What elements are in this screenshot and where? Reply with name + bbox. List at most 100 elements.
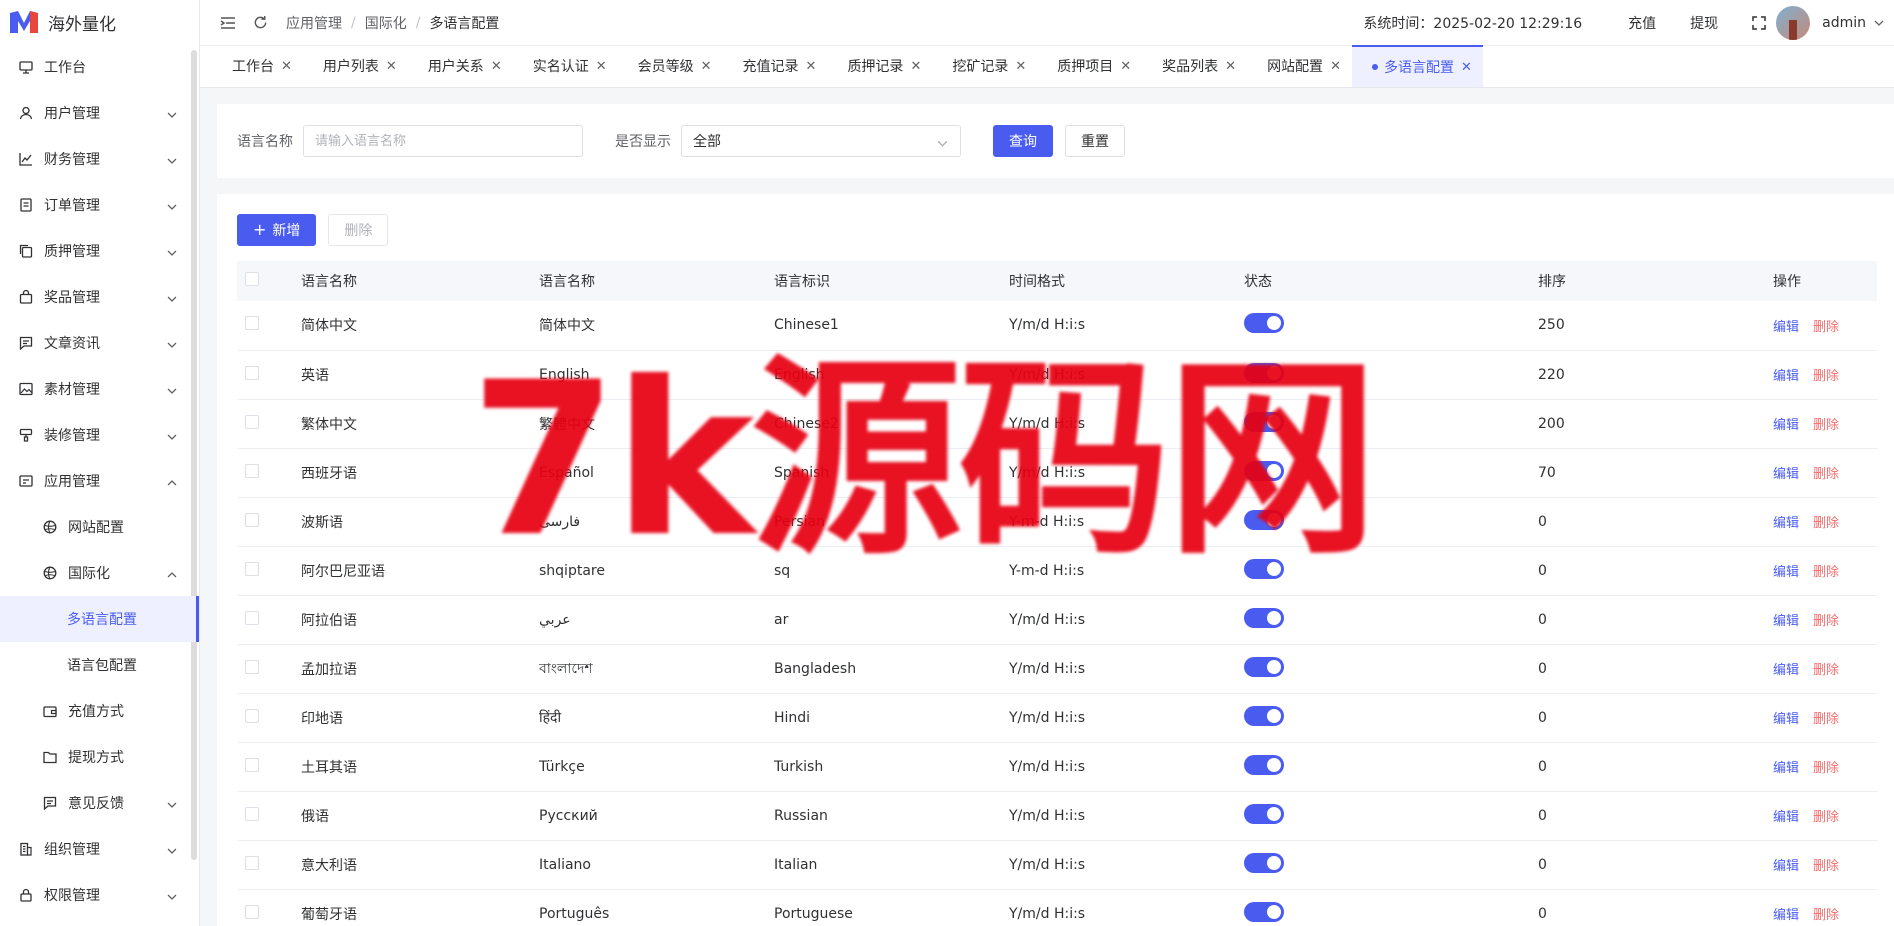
- close-icon[interactable]: ✕: [1015, 59, 1026, 74]
- delete-button[interactable]: 删除: [1813, 712, 1839, 727]
- close-icon[interactable]: ✕: [281, 59, 292, 74]
- delete-button[interactable]: 删除: [1813, 467, 1839, 482]
- delete-button[interactable]: 删除: [1813, 908, 1839, 923]
- tab-6[interactable]: 质押记录 ✕: [827, 45, 932, 87]
- breadcrumb-item[interactable]: 应用管理: [286, 13, 342, 33]
- delete-button[interactable]: 删除: [1813, 614, 1839, 629]
- edit-button[interactable]: 编辑: [1773, 810, 1799, 825]
- sidebar-item-14[interactable]: 充值方式: [0, 688, 199, 734]
- row-checkbox[interactable]: [245, 659, 259, 674]
- close-icon[interactable]: ✕: [806, 59, 817, 74]
- fullscreen-icon[interactable]: [1752, 16, 1766, 30]
- close-icon[interactable]: ✕: [910, 59, 921, 74]
- edit-button[interactable]: 编辑: [1773, 614, 1799, 629]
- sidebar-item-3[interactable]: 订单管理: [0, 182, 199, 228]
- close-icon[interactable]: ✕: [596, 59, 607, 74]
- row-checkbox[interactable]: [245, 512, 259, 527]
- sidebar-item-15[interactable]: 提现方式: [0, 734, 199, 780]
- row-checkbox[interactable]: [245, 757, 259, 772]
- tab-4[interactable]: 会员等级 ✕: [618, 45, 723, 87]
- avatar[interactable]: [1776, 6, 1811, 40]
- delete-button[interactable]: 删除: [1813, 418, 1839, 433]
- language-name-input[interactable]: [303, 125, 583, 157]
- menu-fold-icon[interactable]: [220, 15, 236, 31]
- tab-11[interactable]: 多语言配置 ✕: [1351, 45, 1483, 87]
- row-checkbox[interactable]: [245, 855, 259, 870]
- delete-button[interactable]: 删除: [1813, 810, 1839, 825]
- edit-button[interactable]: 编辑: [1773, 320, 1799, 335]
- status-switch[interactable]: [1244, 509, 1284, 530]
- withdraw-link[interactable]: 提现: [1690, 13, 1718, 33]
- query-button[interactable]: 查询: [993, 125, 1053, 157]
- status-switch[interactable]: [1244, 313, 1284, 334]
- tab-7[interactable]: 挖矿记录 ✕: [932, 45, 1037, 87]
- batch-delete-button[interactable]: 删除: [328, 214, 389, 246]
- status-switch[interactable]: [1244, 460, 1284, 481]
- delete-button[interactable]: 删除: [1813, 565, 1839, 580]
- sidebar-item-4[interactable]: 质押管理: [0, 228, 199, 274]
- delete-button[interactable]: 删除: [1813, 859, 1839, 874]
- status-switch[interactable]: [1244, 362, 1284, 383]
- sidebar-item-18[interactable]: 权限管理: [0, 872, 199, 918]
- status-switch[interactable]: [1244, 558, 1284, 579]
- row-checkbox[interactable]: [245, 561, 259, 576]
- row-checkbox[interactable]: [245, 904, 259, 919]
- breadcrumb-item[interactable]: 国际化: [365, 13, 407, 33]
- edit-button[interactable]: 编辑: [1773, 565, 1799, 580]
- close-icon[interactable]: ✕: [491, 59, 502, 74]
- row-checkbox[interactable]: [245, 365, 259, 380]
- row-checkbox[interactable]: [245, 414, 259, 429]
- tab-9[interactable]: 奖品列表 ✕: [1142, 45, 1247, 87]
- sidebar-item-13[interactable]: 语言包配置: [0, 642, 199, 688]
- edit-button[interactable]: 编辑: [1773, 369, 1799, 384]
- edit-button[interactable]: 编辑: [1773, 467, 1799, 482]
- sidebar-item-10[interactable]: 网站配置: [0, 504, 199, 550]
- delete-button[interactable]: 删除: [1813, 761, 1839, 776]
- edit-button[interactable]: 编辑: [1773, 663, 1799, 678]
- tab-5[interactable]: 充值记录 ✕: [723, 45, 828, 87]
- sidebar-item-16[interactable]: 意见反馈: [0, 780, 199, 826]
- row-checkbox[interactable]: [245, 316, 259, 331]
- close-icon[interactable]: ✕: [1330, 59, 1341, 74]
- edit-button[interactable]: 编辑: [1773, 516, 1799, 531]
- status-switch[interactable]: [1244, 901, 1284, 922]
- sidebar-item-7[interactable]: 素材管理: [0, 366, 199, 412]
- row-checkbox[interactable]: [245, 610, 259, 625]
- edit-button[interactable]: 编辑: [1773, 418, 1799, 433]
- refresh-icon[interactable]: [252, 15, 268, 31]
- tab-3[interactable]: 实名认证 ✕: [513, 45, 618, 87]
- row-checkbox[interactable]: [245, 806, 259, 821]
- close-icon[interactable]: ✕: [1120, 59, 1131, 74]
- delete-button[interactable]: 删除: [1813, 663, 1839, 678]
- status-switch[interactable]: [1244, 803, 1284, 824]
- delete-button[interactable]: 删除: [1813, 369, 1839, 384]
- delete-button[interactable]: 删除: [1813, 516, 1839, 531]
- tab-8[interactable]: 质押项目 ✕: [1037, 45, 1142, 87]
- sidebar-item-17[interactable]: 组织管理: [0, 826, 199, 872]
- edit-button[interactable]: 编辑: [1773, 908, 1799, 923]
- close-icon[interactable]: ✕: [701, 59, 712, 74]
- recharge-link[interactable]: 充值: [1628, 13, 1656, 33]
- chevron-down-icon[interactable]: [1874, 18, 1884, 28]
- tab-1[interactable]: 用户列表 ✕: [303, 45, 408, 87]
- close-icon[interactable]: ✕: [1461, 60, 1472, 75]
- sidebar-item-0[interactable]: 工作台: [0, 44, 199, 90]
- tab-0[interactable]: 工作台 ✕: [212, 45, 303, 87]
- sidebar-item-6[interactable]: 文章资讯: [0, 320, 199, 366]
- reset-button[interactable]: 重置: [1065, 125, 1125, 157]
- tab-2[interactable]: 用户关系 ✕: [408, 45, 513, 87]
- status-switch[interactable]: [1244, 411, 1284, 432]
- status-switch[interactable]: [1244, 656, 1284, 677]
- logo[interactable]: 海外量化: [0, 0, 199, 44]
- row-checkbox[interactable]: [245, 708, 259, 723]
- sidebar-item-8[interactable]: 装修管理: [0, 412, 199, 458]
- tab-10[interactable]: 网站配置 ✕: [1247, 45, 1352, 87]
- sidebar-item-9[interactable]: 应用管理: [0, 458, 199, 504]
- delete-button[interactable]: 删除: [1813, 320, 1839, 335]
- row-checkbox[interactable]: [245, 463, 259, 478]
- status-switch[interactable]: [1244, 607, 1284, 628]
- status-switch[interactable]: [1244, 705, 1284, 726]
- edit-button[interactable]: 编辑: [1773, 761, 1799, 776]
- edit-button[interactable]: 编辑: [1773, 712, 1799, 727]
- sidebar-item-12[interactable]: 多语言配置: [0, 596, 199, 642]
